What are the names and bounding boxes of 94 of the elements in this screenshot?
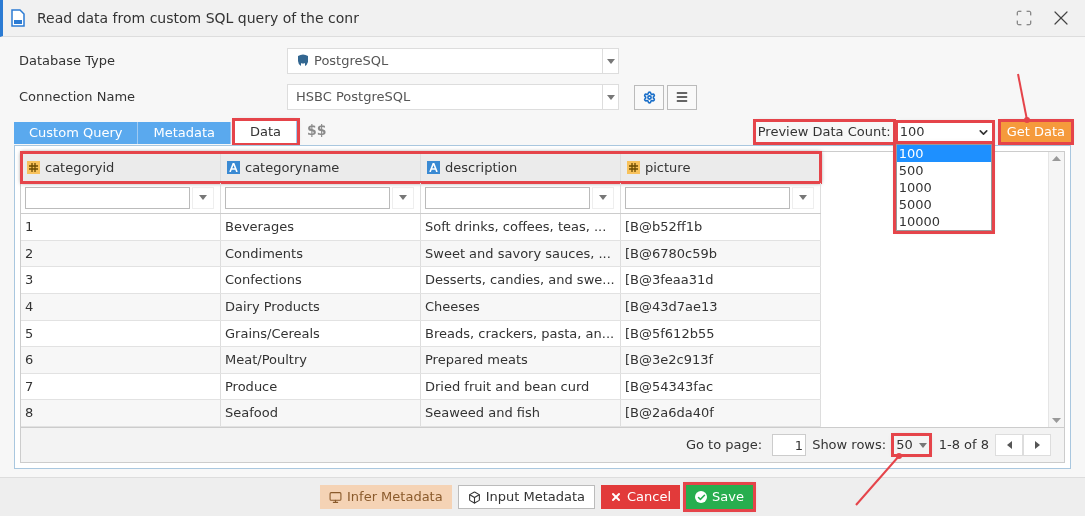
table-cell: Seaweed and fish bbox=[421, 400, 621, 426]
show-rows-label: Show rows: bbox=[812, 436, 887, 455]
table-cell: Cheeses bbox=[421, 293, 621, 320]
dropdown-option[interactable]: 5000 bbox=[896, 196, 991, 213]
caret-icon bbox=[606, 58, 615, 64]
table-cell: Grains/Cereals bbox=[221, 320, 421, 347]
filter-dropdown-button[interactable] bbox=[592, 186, 614, 209]
menu-icon bbox=[675, 90, 689, 104]
table-cell: Condiments bbox=[221, 240, 421, 267]
filter-dropdown-button[interactable] bbox=[192, 186, 214, 209]
table-cell: 6 bbox=[21, 347, 221, 373]
menu-button[interactable] bbox=[667, 84, 697, 110]
right-arrow-icon bbox=[1034, 441, 1040, 449]
field-label: Database Type bbox=[19, 52, 117, 71]
window-title: Read data from custom SQL query of the conr bbox=[37, 8, 359, 28]
preview-count-label: Preview Data Count: bbox=[755, 122, 893, 142]
document-icon bbox=[11, 9, 25, 27]
table-cell: 3 bbox=[21, 267, 221, 293]
scroll-down-icon[interactable] bbox=[1052, 418, 1061, 423]
text-type-icon bbox=[227, 160, 240, 174]
table-cell: [B@6780c59b bbox=[621, 240, 821, 267]
table-cell: [B@2a6da40f bbox=[621, 400, 821, 426]
cube-icon bbox=[467, 490, 481, 504]
column-header[interactable]: description bbox=[445, 157, 518, 177]
table-cell: Seafood bbox=[221, 400, 421, 426]
page-field[interactable]: 1 bbox=[772, 434, 807, 456]
table-cell: Dried fruit and bean curd bbox=[421, 373, 621, 400]
table-cell: Prepared meats bbox=[421, 347, 621, 373]
table-cell: Produce bbox=[221, 373, 421, 400]
caret-icon bbox=[606, 94, 615, 100]
table-cell: 4 bbox=[21, 293, 221, 320]
rows-per-page-select[interactable]: 50 bbox=[894, 436, 929, 454]
table-cell: 8 bbox=[21, 400, 221, 426]
table-cell: 1 bbox=[21, 214, 221, 240]
table-cell: 7 bbox=[21, 373, 221, 400]
number-type-icon bbox=[627, 160, 640, 174]
table-cell: [B@5f612b55 bbox=[621, 320, 821, 347]
table-cell: [B@3e2c913f bbox=[621, 347, 821, 373]
dropdown-option[interactable]: 10000 bbox=[896, 213, 991, 230]
dropdown-option[interactable]: 500 bbox=[896, 162, 991, 179]
filter-dropdown-button[interactable] bbox=[392, 186, 414, 209]
page-range: 1-8 of 8 bbox=[938, 436, 989, 455]
filter-field[interactable] bbox=[625, 186, 790, 209]
number-type-icon bbox=[27, 160, 40, 174]
table-cell: [B@b52ff1b bbox=[621, 214, 821, 240]
field-label: Connection Name bbox=[19, 88, 137, 107]
table-cell: Confections bbox=[221, 267, 421, 293]
caret-icon bbox=[799, 195, 807, 201]
caret-icon bbox=[199, 195, 207, 201]
settings-button[interactable] bbox=[634, 84, 664, 110]
caret-icon bbox=[599, 195, 607, 201]
check-circle-icon bbox=[695, 491, 708, 503]
table-cell: Soft drinks, coffees, teas, ... bbox=[421, 214, 621, 240]
filter-field[interactable] bbox=[425, 186, 590, 209]
preview-count-select[interactable]: 100 bbox=[897, 122, 992, 142]
table-cell: Desserts, candies, and swe... bbox=[421, 267, 621, 293]
caret-icon bbox=[399, 195, 407, 201]
maximize-icon[interactable] bbox=[1015, 9, 1033, 27]
close-icon bbox=[610, 491, 623, 503]
cancel-button[interactable]: Cancel bbox=[601, 485, 681, 509]
column-header[interactable]: categoryid bbox=[45, 157, 115, 177]
next-page-button[interactable] bbox=[1023, 434, 1051, 456]
scroll-up-icon[interactable] bbox=[1052, 156, 1061, 161]
caret-icon bbox=[918, 442, 927, 448]
table-cell: Dairy Products bbox=[221, 293, 421, 320]
dropdown-field[interactable]: PostgreSQL bbox=[287, 48, 619, 74]
input-button[interactable]: Input Metadata bbox=[457, 485, 596, 509]
table-cell: [B@43d7ae13 bbox=[621, 293, 821, 320]
go-to-page-label: Go to page: bbox=[685, 436, 763, 455]
text-type-icon bbox=[427, 160, 440, 174]
table-cell: 2 bbox=[21, 240, 221, 267]
dropdown-option[interactable]: 1000 bbox=[896, 179, 991, 196]
table-cell: 5 bbox=[21, 320, 221, 347]
table-cell: Breads, crackers, pasta, an... bbox=[421, 320, 621, 347]
table-cell: [B@3feaa31d bbox=[621, 267, 821, 293]
dropdown-field[interactable]: HSBC PostgreSQL bbox=[287, 84, 619, 110]
column-header[interactable]: picture bbox=[645, 157, 691, 177]
table-cell: Meat/Poultry bbox=[221, 347, 421, 373]
monitor-icon bbox=[329, 490, 342, 504]
scrollbar[interactable] bbox=[1048, 152, 1064, 427]
filter-field[interactable] bbox=[225, 186, 390, 209]
tab-extra-label: $$ bbox=[307, 121, 327, 140]
filter-dropdown-button[interactable] bbox=[792, 186, 814, 209]
column-header[interactable]: categoryname bbox=[245, 157, 340, 177]
annotation-arrow bbox=[1015, 72, 1031, 124]
tab[interactable]: Data bbox=[235, 121, 298, 143]
table-cell: [B@54343fac bbox=[621, 373, 821, 400]
previous-page-button[interactable] bbox=[995, 434, 1023, 456]
filter-field[interactable] bbox=[25, 186, 190, 209]
table-cell: Beverages bbox=[221, 214, 421, 240]
settings-icon bbox=[642, 90, 656, 104]
left-arrow-icon bbox=[1006, 441, 1012, 449]
annotation-arrow bbox=[853, 452, 903, 508]
table-cell: Sweet and savory sauces, ... bbox=[421, 240, 621, 267]
